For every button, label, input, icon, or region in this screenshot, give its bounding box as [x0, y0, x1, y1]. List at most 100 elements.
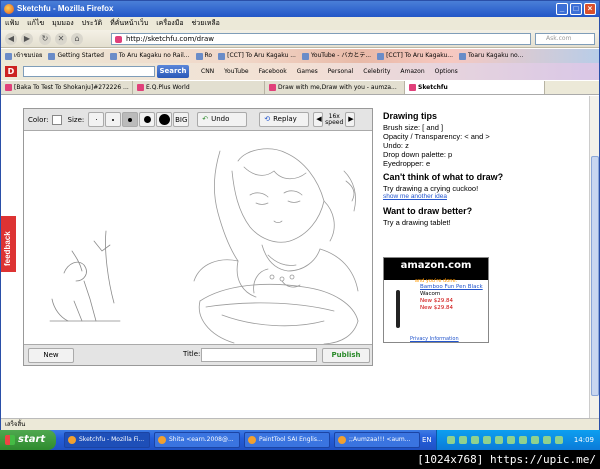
vertical-scrollbar[interactable]	[589, 96, 599, 418]
drawing-canvas[interactable]	[24, 131, 372, 345]
tray-icon[interactable]	[543, 436, 551, 444]
windows-taskbar: start Sketchfu - Mozilla Fi... Shita <ea…	[0, 430, 600, 450]
size-button-5[interactable]	[156, 112, 173, 127]
toolbar-link-celebrity[interactable]: Celebrity	[363, 63, 390, 80]
publish-button[interactable]: Publish	[322, 348, 370, 363]
url-bar[interactable]: http://sketchfu.com/draw	[111, 33, 531, 45]
menu-tools[interactable]: เครื่องมือ	[156, 17, 183, 30]
toolbar-link-cnn[interactable]: CNN	[201, 63, 214, 80]
product-price: New $29.84	[420, 305, 453, 311]
navigation-toolbar: ◀ ▶ ↻ ✕ ⌂ http://sketchfu.com/draw Ask.c…	[1, 30, 599, 48]
privacy-link[interactable]: Privacy Information	[410, 336, 459, 342]
menu-bookmarks[interactable]: ที่คั่นหน้าเว็บ	[110, 17, 148, 30]
menu-file[interactable]: แฟ้ม	[5, 17, 19, 30]
taskbar-item-painttool[interactable]: PaintTool SAI Englis...	[244, 432, 330, 448]
bookmark-item[interactable]: Ro	[195, 49, 212, 63]
tray-icon[interactable]	[531, 436, 539, 444]
tray-icon[interactable]	[471, 436, 479, 444]
tray-icon[interactable]	[483, 436, 491, 444]
amazon-ad[interactable]: amazon.com and you're done. Bamboo Fun P…	[383, 257, 489, 343]
size-button-big[interactable]: BIG	[173, 112, 190, 127]
favicon-icon	[115, 36, 122, 43]
drawing-toolbar: Color: Size: BIG ↶ Undo ⟲ Replay ◀ 16x spe…	[24, 109, 372, 131]
tab-baka-to-test[interactable]: [Baka To Test To Shokanju]#272226 ...	[1, 81, 133, 94]
undo-icon: ↶	[202, 115, 209, 123]
search-box[interactable]: Ask.com	[535, 33, 595, 45]
language-indicator[interactable]: EN	[422, 430, 432, 450]
chevron-left-icon: ◀	[316, 115, 322, 123]
toolbar-link-personal[interactable]: Personal	[328, 63, 354, 80]
tray-icon[interactable]	[447, 436, 455, 444]
size-button-1[interactable]	[88, 112, 105, 127]
window-title: Sketchfu - Mozilla Firefox	[17, 4, 114, 13]
size-button-4[interactable]	[139, 112, 156, 127]
menu-edit[interactable]: แก้ไข	[27, 17, 44, 30]
size-button-2[interactable]	[105, 112, 122, 127]
color-swatch[interactable]	[51, 114, 62, 125]
menu-history[interactable]: ประวัติ	[82, 17, 102, 30]
maximize-button[interactable]: □	[570, 3, 582, 15]
close-button[interactable]: ×	[584, 3, 596, 15]
menu-view[interactable]: มุมมอง	[52, 17, 73, 30]
clock: 14:09	[573, 436, 594, 444]
feedback-tab[interactable]: feedback	[1, 216, 16, 272]
taskbar-item-firefox[interactable]: Sketchfu - Mozilla Fi...	[64, 432, 150, 448]
start-button[interactable]: start	[0, 430, 56, 450]
bookmark-item[interactable]: Getting Started	[48, 49, 104, 63]
bookmark-item[interactable]: Toaru Kagaku no...	[459, 49, 523, 63]
tip-line: Undo: z	[383, 141, 409, 150]
title-input[interactable]	[201, 348, 317, 362]
toolbar-search-button[interactable]: Search	[157, 65, 189, 78]
firefox-window: Sketchfu - Mozilla Firefox _ □ × แฟ้ม แก…	[0, 0, 600, 430]
speed-up-button[interactable]: ▶	[345, 112, 356, 127]
bookmark-item[interactable]: [CCT] To Aru Kagaku ...	[218, 49, 296, 63]
bookmark-item[interactable]: เข้าชมบ่อย	[5, 49, 42, 63]
tray-icon[interactable]	[507, 436, 515, 444]
toolbar-link-amazon[interactable]: Amazon	[400, 63, 424, 80]
bookmark-item[interactable]: To Aru Kagaku no Rail...	[109, 49, 190, 63]
tip-line: Eyedropper: e	[383, 159, 431, 168]
tab-draw-with-me[interactable]: Draw with me,Draw with you - aumza...	[265, 81, 405, 94]
replay-button[interactable]: ⟲ Replay	[259, 112, 310, 127]
forward-icon[interactable]: ▶	[21, 33, 33, 45]
tray-icon[interactable]	[519, 436, 527, 444]
scrollbar-thumb[interactable]	[591, 156, 599, 396]
toolbar-search-input[interactable]	[23, 66, 155, 77]
minimize-button[interactable]: _	[556, 3, 568, 15]
product-price: New $29.84	[420, 298, 453, 304]
tray-icon[interactable]	[555, 436, 563, 444]
size-button-3[interactable]	[122, 112, 139, 127]
firefox-icon	[4, 4, 14, 14]
bookmark-icon	[48, 52, 56, 60]
bookmark-item[interactable]: YouTube - バカとテ...	[301, 49, 371, 63]
title-label: Title:	[183, 350, 201, 358]
toolbar-link-games[interactable]: Games	[297, 63, 318, 80]
back-icon[interactable]: ◀	[5, 33, 17, 45]
menu-help[interactable]: ช่วยเหลือ	[192, 17, 220, 30]
taskbar-item-mail[interactable]: Shita <earn.2008@...	[154, 432, 240, 448]
tab-eq-plus-world[interactable]: E.Q.Plus World	[133, 81, 265, 94]
tray-icon[interactable]	[495, 436, 503, 444]
home-icon[interactable]: ⌂	[71, 33, 83, 45]
undo-button[interactable]: ↶ Undo	[197, 112, 248, 127]
product-link[interactable]: Bamboo Fun Pen Black	[420, 284, 483, 291]
bookmark-icon	[459, 52, 467, 60]
toolbar-link-facebook[interactable]: Facebook	[259, 63, 287, 80]
bookmark-item[interactable]: [CCT] To Aru Kagaku...	[377, 49, 453, 63]
new-button[interactable]: New	[28, 348, 74, 363]
taskbar-item-aumzaa[interactable]: ;;Aumzaa!!! <aum...	[334, 432, 420, 448]
reload-icon[interactable]: ↻	[39, 33, 51, 45]
speed-down-button[interactable]: ◀	[313, 112, 324, 127]
tab-favicon-icon	[5, 84, 12, 91]
tab-sketchfu[interactable]: Sketchfu	[405, 81, 545, 94]
tip-line: Opacity / Transparency: < and >	[383, 132, 490, 141]
toolbar-link-options[interactable]: Options	[435, 63, 458, 80]
tip-line: Drop down palette: p	[383, 150, 453, 159]
another-idea-link[interactable]: show me another idea	[383, 193, 447, 200]
toolbar-link-youtube[interactable]: YouTube	[224, 63, 248, 80]
toolbar-logo[interactable]: D	[5, 66, 17, 77]
tray-icon[interactable]	[459, 436, 467, 444]
stop-icon[interactable]: ✕	[55, 33, 67, 45]
title-bar: Sketchfu - Mozilla Firefox _ □ ×	[1, 1, 599, 17]
watermark: [1024x768] https://upic.me/	[0, 450, 600, 469]
